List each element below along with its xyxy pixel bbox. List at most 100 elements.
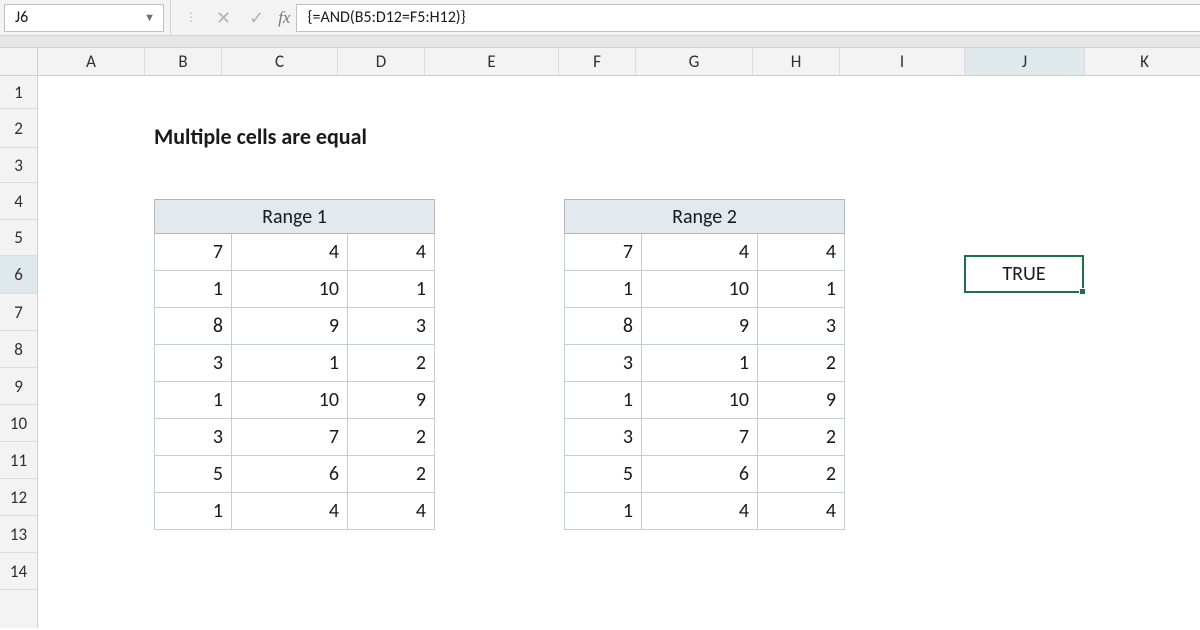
range1-cell[interactable]: 9 [348, 382, 435, 419]
range2-cell[interactable]: 7 [642, 419, 758, 456]
range2-cell[interactable]: 1 [642, 345, 758, 382]
row-header-8[interactable]: 8 [0, 331, 37, 368]
table-row: 1109 [155, 382, 435, 419]
column-header-C[interactable]: C [222, 48, 338, 75]
column-header-I[interactable]: I [840, 48, 965, 75]
table-row: 562 [565, 456, 845, 493]
formula-text: {=AND(B5:D12=F5:H12)} [307, 8, 465, 27]
range1-cell[interactable]: 10 [232, 382, 348, 419]
page-title: Multiple cells are equal [154, 123, 367, 150]
range1-cell[interactable]: 4 [232, 234, 348, 271]
range1-cell[interactable]: 6 [232, 456, 348, 493]
range2-cell[interactable]: 1 [565, 271, 642, 308]
range1-cell[interactable]: 1 [155, 493, 232, 530]
row-header-3[interactable]: 3 [0, 148, 37, 183]
accept-icon[interactable]: ✓ [249, 9, 264, 27]
range2-cell[interactable]: 1 [565, 493, 642, 530]
column-header-H[interactable]: H [753, 48, 840, 75]
range1-cell[interactable]: 2 [348, 456, 435, 493]
range2-cell[interactable]: 10 [642, 382, 758, 419]
range1-cell[interactable]: 1 [348, 271, 435, 308]
range1-cell[interactable]: 2 [348, 345, 435, 382]
table-row: 562 [155, 456, 435, 493]
spreadsheet-grid[interactable]: ABCDEFGHIJK 1234567891011121314 Multiple… [0, 48, 1200, 628]
range2-cell[interactable]: 4 [758, 234, 845, 271]
column-header-K[interactable]: K [1085, 48, 1200, 75]
row-header-12[interactable]: 12 [0, 479, 37, 516]
range2-cell[interactable]: 4 [642, 234, 758, 271]
row-header-5[interactable]: 5 [0, 220, 37, 256]
column-header-G[interactable]: G [636, 48, 753, 75]
range2-cell[interactable]: 9 [642, 308, 758, 345]
cell-reference: J6 [15, 8, 28, 27]
cancel-icon[interactable]: ✕ [216, 9, 231, 27]
divider [170, 0, 171, 35]
range1-cell[interactable]: 4 [348, 493, 435, 530]
range1-cell[interactable]: 8 [155, 308, 232, 345]
range1-cell[interactable]: 9 [232, 308, 348, 345]
range2-cell[interactable]: 2 [758, 419, 845, 456]
range1-cell[interactable]: 2 [348, 419, 435, 456]
name-box[interactable]: J6 ▼ [4, 4, 164, 32]
select-all-corner[interactable] [0, 48, 38, 76]
range2-cell[interactable]: 2 [758, 456, 845, 493]
range1-cell[interactable]: 7 [155, 234, 232, 271]
range1-cell[interactable]: 1 [155, 271, 232, 308]
range1-cell[interactable]: 1 [232, 345, 348, 382]
range1-cell[interactable]: 1 [155, 382, 232, 419]
row-header-13[interactable]: 13 [0, 516, 37, 553]
range2-cell[interactable]: 4 [642, 493, 758, 530]
column-header-J[interactable]: J [965, 48, 1085, 75]
range2-cell[interactable]: 8 [565, 308, 642, 345]
range2-cell[interactable]: 5 [565, 456, 642, 493]
result-value: TRUE [1002, 262, 1045, 286]
table-row: 372 [155, 419, 435, 456]
row-header-11[interactable]: 11 [0, 442, 37, 479]
row-header-14[interactable]: 14 [0, 553, 37, 590]
cells-area[interactable]: Multiple cells are equal Range 1 7441101… [38, 76, 1200, 628]
range2-cell[interactable]: 7 [565, 234, 642, 271]
range1-cell[interactable]: 3 [348, 308, 435, 345]
range2-cell[interactable]: 10 [642, 271, 758, 308]
row-header-9[interactable]: 9 [0, 368, 37, 405]
range2-cell[interactable]: 6 [642, 456, 758, 493]
range1-cell[interactable]: 4 [348, 234, 435, 271]
range1-cell[interactable]: 4 [232, 493, 348, 530]
range1-table: Range 1 74411018933121109372562144 [154, 199, 435, 530]
range2-table-wrap: Range 2 74411018933121109372562144 [564, 199, 845, 530]
range2-cell[interactable]: 3 [758, 308, 845, 345]
range2-cell[interactable]: 3 [565, 419, 642, 456]
range1-cell[interactable]: 7 [232, 419, 348, 456]
expand-icon[interactable]: ⋮ [185, 10, 198, 25]
row-header-7[interactable]: 7 [0, 294, 37, 331]
column-header-F[interactable]: F [559, 48, 636, 75]
row-header-10[interactable]: 10 [0, 405, 37, 442]
range2-cell[interactable]: 2 [758, 345, 845, 382]
chevron-down-icon[interactable]: ▼ [144, 11, 155, 24]
table-row: 144 [565, 493, 845, 530]
fill-handle[interactable] [1079, 288, 1086, 295]
range1-cell[interactable]: 3 [155, 345, 232, 382]
table-row: 1101 [155, 271, 435, 308]
range2-cell[interactable]: 1 [758, 271, 845, 308]
column-header-B[interactable]: B [145, 48, 222, 75]
row-header-2[interactable]: 2 [0, 109, 37, 148]
selected-cell[interactable]: TRUE [964, 255, 1084, 293]
formula-input[interactable]: {=AND(B5:D12=F5:H12)} [296, 4, 1200, 32]
column-header-D[interactable]: D [338, 48, 425, 75]
row-header-6[interactable]: 6 [0, 256, 37, 294]
range1-cell[interactable]: 5 [155, 456, 232, 493]
column-header-A[interactable]: A [38, 48, 145, 75]
range2-cell[interactable]: 9 [758, 382, 845, 419]
column-header-E[interactable]: E [425, 48, 559, 75]
range1-cell[interactable]: 3 [155, 419, 232, 456]
table-row: 1101 [565, 271, 845, 308]
row-header-1[interactable]: 1 [0, 76, 37, 109]
range2-cell[interactable]: 1 [565, 382, 642, 419]
row-headers-column: 1234567891011121314 [0, 76, 38, 628]
fx-icon[interactable]: fx [272, 8, 296, 28]
range1-cell[interactable]: 10 [232, 271, 348, 308]
range2-cell[interactable]: 3 [565, 345, 642, 382]
range2-cell[interactable]: 4 [758, 493, 845, 530]
row-header-4[interactable]: 4 [0, 183, 37, 220]
